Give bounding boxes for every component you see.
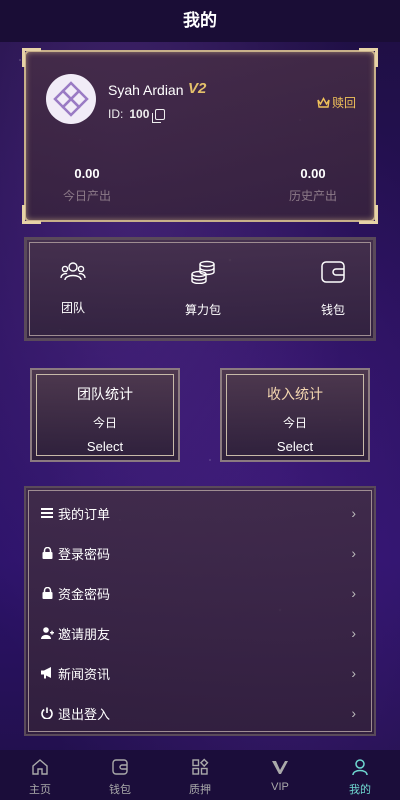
menu-item-label: 算力包 <box>184 303 221 317</box>
list-icon <box>40 508 54 518</box>
list-item-label: 资金密码 <box>58 586 111 602</box>
settings-list: 我的订单 › 登录密码 › 资金密码 › 邀请朋友 › 新闻资讯 › 退出登入 … <box>24 486 376 736</box>
tab-label: 主页 <box>29 784 51 796</box>
copy-icon[interactable] <box>152 108 166 123</box>
team-stats-title: 团队统计 <box>77 386 133 402</box>
user-icon <box>352 759 368 776</box>
grid-icon <box>192 758 209 775</box>
income-stats-box[interactable]: 收入统计 今日 Select <box>220 368 370 462</box>
vip-icon <box>272 761 288 774</box>
list-item-label: 新闻资讯 <box>58 666 111 682</box>
home-icon <box>32 759 48 775</box>
profile-card: Syah Ardian V2 ID: 100 赎回 0.00 今日产出 0.00… <box>22 48 378 224</box>
coins-icon <box>191 260 215 285</box>
team-stats-period: 今日 <box>92 416 117 430</box>
tab-label: 质押 <box>189 784 211 796</box>
quick-menu: 团队 算力包 钱包 <box>24 237 376 341</box>
menu-item-power-pack[interactable]: 算力包 <box>163 260 243 318</box>
list-item-label: 登录密码 <box>58 546 111 562</box>
history-output-label: 历史产出 <box>288 189 337 203</box>
chevron-right-icon: › <box>351 625 356 641</box>
list-item-logout[interactable]: 退出登入 › <box>40 693 362 733</box>
frame-corner <box>22 205 41 224</box>
tab-home[interactable]: 主页 <box>10 756 70 797</box>
chevron-right-icon: › <box>351 505 356 521</box>
list-item-news[interactable]: 新闻资讯 › <box>40 653 362 693</box>
chevron-right-icon: › <box>351 545 356 561</box>
menu-item-label: 钱包 <box>320 303 345 317</box>
tab-vip[interactable]: VIP <box>250 756 310 793</box>
tab-label: VIP <box>271 781 289 793</box>
history-output-value: 0.00 <box>300 166 326 181</box>
avatar-emblem-icon <box>53 81 89 117</box>
lock-icon <box>40 547 54 559</box>
list-item-label: 退出登入 <box>58 706 111 722</box>
menu-item-label: 团队 <box>60 301 85 315</box>
today-output-label: 今日产出 <box>62 189 111 203</box>
tab-mine[interactable]: 我的 <box>330 756 390 797</box>
tab-wallet[interactable]: 钱包 <box>90 756 150 797</box>
user-id-row: ID: 100 <box>108 107 166 123</box>
list-item-login-password[interactable]: 登录密码 › <box>40 533 362 573</box>
reback-button[interactable]: 赎回 <box>317 94 356 111</box>
menu-item-wallet[interactable]: 钱包 <box>293 260 373 318</box>
list-item-label: 邀请朋友 <box>58 626 111 642</box>
list-item-my-orders[interactable]: 我的订单 › <box>40 493 362 533</box>
tab-label: 钱包 <box>109 784 131 796</box>
frame-corner <box>359 48 378 67</box>
income-stats-title: 收入统计 <box>267 386 323 402</box>
page-title: 我的 <box>0 0 400 42</box>
menu-item-team[interactable]: 团队 <box>33 260 113 316</box>
chevron-right-icon: › <box>351 665 356 681</box>
frame-corner <box>359 205 378 224</box>
tab-label: 我的 <box>349 784 371 796</box>
crown-icon <box>317 97 330 108</box>
username: Syah Ardian <box>108 82 184 98</box>
chevron-right-icon: › <box>351 705 356 721</box>
tab-stake[interactable]: 质押 <box>170 756 230 797</box>
id-value: 100 <box>129 107 150 121</box>
avatar[interactable] <box>46 74 96 124</box>
power-icon <box>40 707 54 719</box>
list-item-fund-password[interactable]: 资金密码 › <box>40 573 362 613</box>
frame-corner <box>22 48 41 67</box>
bottom-tab-bar: 主页 钱包 质押 VIP 我的 <box>0 750 400 800</box>
list-item-invite-friends[interactable]: 邀请朋友 › <box>40 613 362 653</box>
history-output: 0.00 历史产出 <box>268 166 358 204</box>
vip-badge: V2 <box>188 80 207 97</box>
team-stats-box[interactable]: 团队统计 今日 Select <box>30 368 180 462</box>
wallet-icon <box>321 261 345 283</box>
reback-label: 赎回 <box>331 96 356 110</box>
team-icon <box>60 262 86 281</box>
add-user-icon <box>40 627 54 639</box>
list-item-label: 我的订单 <box>58 506 111 522</box>
id-label: ID: <box>108 107 124 121</box>
team-stats-select[interactable]: Select <box>32 439 178 454</box>
chevron-right-icon: › <box>351 585 356 601</box>
income-stats-period: 今日 <box>282 416 307 430</box>
megaphone-icon <box>40 667 54 679</box>
income-stats-select[interactable]: Select <box>222 439 368 454</box>
today-output: 0.00 今日产出 <box>42 166 132 204</box>
lock-icon <box>40 587 54 599</box>
wallet-icon <box>112 759 128 775</box>
today-output-value: 0.00 <box>74 166 100 181</box>
